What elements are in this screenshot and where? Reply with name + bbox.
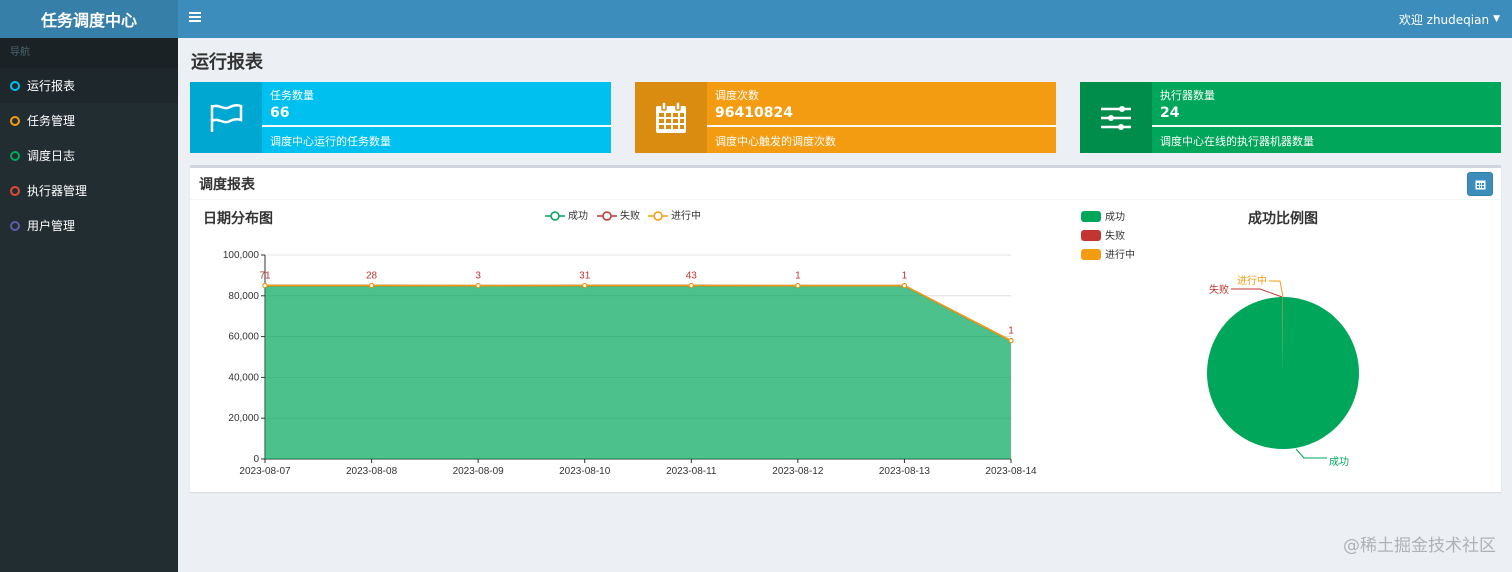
info-number: 66 xyxy=(270,105,290,121)
caret-down-icon: ▼ xyxy=(1493,14,1500,24)
legend-label: 失败 xyxy=(1105,229,1125,242)
circle-icon xyxy=(10,80,20,91)
nav-header: 导航 xyxy=(0,38,178,68)
date-filter-button[interactable] xyxy=(1467,172,1493,196)
info-number: 24 xyxy=(1160,105,1180,121)
sidebar-item-executors[interactable]: 执行器管理 xyxy=(0,173,178,208)
circle-icon xyxy=(10,185,20,196)
progress-bar xyxy=(1152,125,1501,127)
calendar-icon xyxy=(656,100,686,133)
info-box-executors: 执行器数量 24 调度中心在线的执行器机器数量 xyxy=(1080,82,1501,153)
brand-text: 任务调度中心 xyxy=(40,11,137,30)
sidebar-item-label: 执行器管理 xyxy=(27,184,88,198)
pie-legend-item-running[interactable]: 进行中 xyxy=(1081,248,1135,261)
page-title: 运行报表 xyxy=(191,52,263,73)
info-desc: 调度中心触发的调度次数 xyxy=(715,135,836,148)
info-number: 96410824 xyxy=(715,105,793,121)
sidebar-item-logs[interactable]: 调度日志 xyxy=(0,138,178,173)
info-title: 任务数量 xyxy=(270,89,314,102)
user-menu[interactable]: 欢迎 zhudeqian ▼ xyxy=(1399,0,1500,38)
flag-icon xyxy=(210,103,243,132)
user-greeting: 欢迎 zhudeqian xyxy=(1398,12,1490,27)
info-icon-box xyxy=(190,82,262,153)
info-box-tasks: 任务数量 66 调度中心运行的任务数量 xyxy=(190,82,611,153)
report-box: 调度报表 xyxy=(190,165,1501,492)
info-box-triggers: 调度次数 96410824 调度中心触发的调度次数 xyxy=(635,82,1056,153)
line-legend: 成功 失败 进行中 xyxy=(545,209,701,222)
report-title: 调度报表 xyxy=(199,177,255,193)
info-desc: 调度中心在线的执行器机器数量 xyxy=(1160,135,1314,148)
info-desc: 调度中心运行的任务数量 xyxy=(270,135,391,148)
legend-label: 成功 xyxy=(568,210,588,222)
calendar-icon xyxy=(1475,180,1485,189)
sidebar-toggle-icon[interactable] xyxy=(188,10,206,28)
watermark: @稀土掘金技术社区 xyxy=(1343,536,1496,556)
info-icon-box xyxy=(635,82,707,153)
circle-icon xyxy=(10,115,20,126)
sidebar-item-jobs[interactable]: 任务管理 xyxy=(0,103,178,138)
sidebar-item-label: 运行报表 xyxy=(27,79,76,93)
sidebar-item-label: 用户管理 xyxy=(27,219,76,233)
progress-bar xyxy=(707,125,1056,127)
legend-label: 进行中 xyxy=(1105,248,1135,261)
info-title: 调度次数 xyxy=(715,89,759,102)
info-icon-box xyxy=(1080,82,1152,153)
info-title: 执行器数量 xyxy=(1160,89,1215,102)
sidebar-item-label: 调度日志 xyxy=(27,149,76,163)
progress-bar xyxy=(262,125,611,127)
circle-icon xyxy=(10,150,20,161)
sidebar-item-users[interactable]: 用户管理 xyxy=(0,208,178,243)
sliders-icon xyxy=(1101,105,1131,130)
sidebar-item-report[interactable]: 运行报表 xyxy=(0,68,178,103)
legend-label: 失败 xyxy=(620,209,640,222)
legend-label: 进行中 xyxy=(671,209,701,222)
sidebar: 导航 运行报表 任务管理 调度日志 执行器管理 用户管理 xyxy=(0,38,178,572)
circle-icon xyxy=(10,220,20,231)
legend-label: 成功 xyxy=(1105,211,1125,223)
sidebar-item-label: 任务管理 xyxy=(27,114,76,128)
brand-logo[interactable]: 任务调度中心 xyxy=(0,0,178,38)
top-navbar: 欢迎 zhudeqian ▼ xyxy=(178,0,1512,38)
